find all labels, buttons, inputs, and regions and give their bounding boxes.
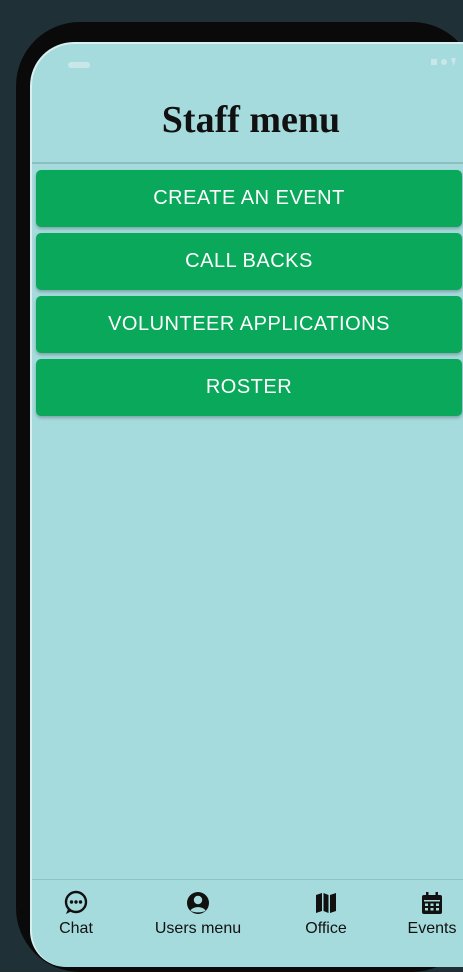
title-divider: [32, 162, 463, 164]
volunteer-applications-label: VOLUNTEER APPLICATIONS: [108, 313, 390, 335]
status-icons: [431, 58, 456, 66]
phone-screen: Staff menu CREATE AN EVENT CALL BACKS VO…: [30, 42, 463, 967]
signal-icon: [431, 59, 437, 65]
chat-bubble-icon: [64, 890, 88, 914]
wifi-icon: [441, 59, 447, 65]
status-bar: [32, 44, 463, 84]
roster-label: ROSTER: [205, 376, 293, 398]
create-event-button[interactable]: CREATE AN EVENT: [36, 170, 462, 227]
create-event-label: CREATE AN EVENT: [153, 187, 345, 209]
nav-item-events[interactable]: Events: [394, 890, 463, 938]
map-icon: [316, 893, 336, 913]
volunteer-applications-button[interactable]: VOLUNTEER APPLICATIONS: [36, 296, 462, 353]
nav-item-users-menu[interactable]: Users menu: [138, 890, 258, 938]
roster-button[interactable]: ROSTER: [36, 359, 462, 416]
page-title: Staff menu: [161, 99, 341, 141]
call-backs-label: CALL BACKS: [185, 250, 313, 272]
nav-label-events: Events: [407, 920, 457, 937]
bottom-nav: Chat Users menu Office Events: [32, 879, 463, 967]
calendar-icon: [422, 892, 442, 914]
call-backs-button[interactable]: CALL BACKS: [36, 233, 462, 290]
nav-label-users-menu: Users menu: [154, 920, 242, 937]
user-circle-icon: [187, 892, 209, 914]
nav-label-office: Office: [305, 920, 347, 937]
nav-label-chat: Chat: [59, 920, 93, 937]
status-pill: [68, 62, 90, 68]
nav-item-office[interactable]: Office: [286, 890, 366, 938]
staff-menu: CREATE AN EVENT CALL BACKS VOLUNTEER APP…: [36, 170, 462, 416]
battery-icon: [451, 58, 456, 66]
nav-item-chat[interactable]: Chat: [42, 890, 110, 938]
